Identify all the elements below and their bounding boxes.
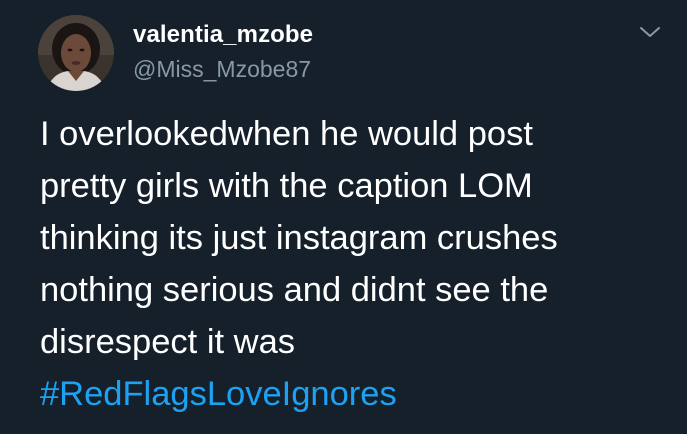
hashtag-line: #RedFlagsLoveIgnores bbox=[40, 368, 680, 420]
tweet-text: I overlookedwhen he would post pretty gi… bbox=[40, 108, 680, 420]
tweet-text-line: I overlookedwhen he would post bbox=[40, 115, 533, 153]
user-handle[interactable]: @Miss_Mzobe87 bbox=[133, 56, 311, 83]
tweet-text-line: pretty girls with the caption LOM bbox=[40, 167, 533, 205]
tweet-card: valentia_mzobe @Miss_Mzobe87 I overlooke… bbox=[0, 0, 687, 434]
tweet-text-line: disrespect it was bbox=[40, 323, 296, 361]
tweet-text-line: thinking its just instagram crushes bbox=[40, 219, 558, 257]
display-name[interactable]: valentia_mzobe bbox=[133, 21, 313, 49]
hashtag-link[interactable]: #RedFlagsLoveIgnores bbox=[40, 375, 397, 413]
tweet-text-line: nothing serious and didnt see the bbox=[40, 271, 549, 309]
chevron-down-icon[interactable] bbox=[636, 22, 664, 42]
avatar[interactable] bbox=[38, 15, 114, 91]
avatar-photo bbox=[38, 15, 114, 91]
